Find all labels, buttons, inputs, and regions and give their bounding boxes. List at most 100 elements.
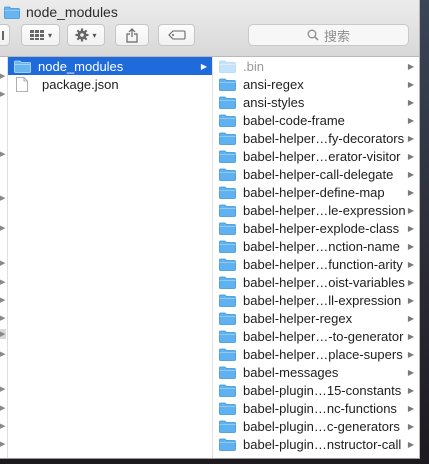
list-item[interactable]: babel-helper…le-expression ▶ [213, 201, 419, 219]
list-item[interactable]: babel-helper…place-supers ▶ [213, 345, 419, 363]
list-item[interactable]: babel-helper…-to-generator ▶ [213, 327, 419, 345]
chevron-right-icon: ▶ [0, 331, 6, 338]
list-item-label: babel-plugin…nc-functions [243, 400, 397, 416]
toolbar: ▾ ▾ 搜索 [0, 24, 419, 48]
search-placeholder: 搜索 [323, 28, 350, 44]
chevron-right-icon: ▶ [407, 439, 415, 449]
folder-icon [219, 96, 236, 109]
document-icon [16, 76, 28, 92]
tags-button[interactable] [158, 24, 195, 46]
chevron-right-icon: ▶ [0, 195, 6, 202]
list-item[interactable]: babel-helper-regex ▶ [213, 309, 419, 327]
list-item[interactable]: .bin ▶ [213, 57, 419, 75]
chevron-right-icon: ▶ [0, 405, 6, 412]
chevron-right-icon: ▶ [0, 260, 6, 267]
list-item-label: babel-messages [243, 364, 339, 380]
list-item[interactable]: ansi-styles ▶ [213, 93, 419, 111]
folder-icon [219, 294, 236, 307]
folder-icon [219, 168, 236, 181]
share-button[interactable] [115, 24, 149, 46]
folder-icon [219, 420, 236, 433]
chevron-right-icon: ▶ [407, 169, 415, 179]
list-item[interactable]: babel-helper-explode-class ▶ [213, 219, 419, 237]
folder-icon [219, 60, 236, 73]
folder-icon [219, 438, 236, 451]
list-item-label: babel-helper…erator-visitor [243, 148, 401, 164]
chevron-right-icon: ▶ [0, 225, 6, 232]
search-field[interactable]: 搜索 [248, 24, 409, 46]
list-item[interactable]: babel-code-frame ▶ [213, 111, 419, 129]
chevron-down-icon: ▾ [92, 30, 97, 40]
list-item[interactable]: ansi-regex ▶ [213, 75, 419, 93]
list-item-package-json[interactable]: package.json [8, 75, 212, 93]
chevron-right-icon: ▶ [0, 423, 6, 430]
list-item-label: babel-code-frame [243, 112, 345, 128]
chevron-right-icon: ▶ [0, 91, 6, 98]
list-item-label: babel-helper…place-supers [243, 346, 403, 362]
list-item-label: babel-plugin…c-generators [243, 418, 400, 434]
list-item-label: babel-helper…ll-expression [243, 292, 402, 308]
chevron-right-icon: ▶ [407, 367, 415, 377]
list-item-label: .bin [243, 58, 264, 74]
chevron-right-icon: ▶ [0, 73, 6, 80]
list-item-label: ansi-regex [243, 76, 304, 92]
chevron-right-icon: ▶ [407, 403, 415, 413]
tag-icon [167, 30, 186, 40]
folder-icon [219, 78, 236, 91]
list-item[interactable]: babel-messages ▶ [213, 363, 419, 381]
parent-column[interactable]: ▶ ▶ ▶ ▶ ▶ ▶ ▶ ▶ ▶ ▶ ▶ ▶ ▶ ▶ ▶ [0, 57, 8, 458]
chevron-right-icon: ▶ [407, 133, 415, 143]
titlebar: node_modules ▾ ▾ 搜索 [0, 0, 419, 57]
window-title-text: node_modules [26, 4, 118, 20]
list-item[interactable]: babel-helper…ll-expression ▶ [213, 291, 419, 309]
chevron-right-icon: ▶ [0, 351, 6, 358]
chevron-right-icon: ▶ [407, 277, 415, 287]
chevron-right-icon: ▶ [407, 313, 415, 323]
list-item[interactable]: babel-helper-define-map ▶ [213, 183, 419, 201]
list-item-label: babel-helper…fy-decorators [243, 130, 405, 146]
list-item[interactable]: babel-plugin…nc-functions ▶ [213, 399, 419, 417]
list-item-label: babel-helper-define-map [243, 184, 385, 200]
list-item-label: babel-helper…nction-name [243, 238, 400, 254]
folder-icon [4, 6, 20, 19]
list-item[interactable]: babel-helper…function-arity ▶ [213, 255, 419, 273]
chevron-right-icon: ▶ [0, 151, 6, 158]
list-item-label: package.json [42, 76, 119, 92]
list-item-label: babel-helper…function-arity [243, 256, 403, 272]
folder-icon [219, 402, 236, 415]
list-item[interactable]: babel-helper…oist-variables ▶ [213, 273, 419, 291]
chevron-right-icon: ▶ [407, 79, 415, 89]
list-item[interactable]: babel-plugin…c-generators ▶ [213, 417, 419, 435]
chevron-right-icon: ▶ [407, 241, 415, 251]
list-item-label: babel-helper-call-delegate [243, 166, 394, 182]
list-item-label: babel-helper-explode-class [243, 220, 400, 236]
share-icon [126, 27, 138, 43]
chevron-right-icon: ▶ [407, 151, 415, 161]
grid-icon [29, 30, 44, 40]
chevron-right-icon: ▶ [0, 279, 6, 286]
chevron-right-icon: ▶ [407, 385, 415, 395]
chevron-right-icon: ▶ [407, 331, 415, 341]
chevron-right-icon: ▶ [407, 187, 415, 197]
list-item-label: babel-helper-regex [243, 310, 353, 326]
chevron-right-icon: ▶ [0, 315, 6, 322]
gear-icon [75, 28, 89, 42]
folder-icon [219, 312, 236, 325]
list-item-label: node_modules [38, 58, 124, 74]
group-view-button[interactable]: ▾ [21, 24, 60, 46]
list-item[interactable]: babel-plugin…nstructor-call ▶ [213, 435, 419, 453]
action-menu-button[interactable]: ▾ [67, 24, 105, 46]
list-item[interactable]: babel-plugin…15-constants ▶ [213, 381, 419, 399]
list-item-label: babel-helper…le-expression [243, 202, 406, 218]
column-view-button[interactable] [0, 24, 10, 46]
chevron-right-icon: ▶ [0, 297, 6, 304]
list-item-node-modules[interactable]: node_modules ▶ [8, 57, 212, 75]
list-item[interactable]: babel-helper…erator-visitor ▶ [213, 147, 419, 165]
list-item[interactable]: babel-helper…fy-decorators ▶ [213, 129, 419, 147]
list-item[interactable]: babel-helper-call-delegate ▶ [213, 165, 419, 183]
chevron-right-icon: ▶ [407, 295, 415, 305]
chevron-down-icon: ▾ [47, 30, 52, 40]
folder-icon [219, 204, 236, 217]
list-item[interactable]: babel-helper…nction-name ▶ [213, 237, 419, 255]
folder-icon [219, 348, 236, 361]
